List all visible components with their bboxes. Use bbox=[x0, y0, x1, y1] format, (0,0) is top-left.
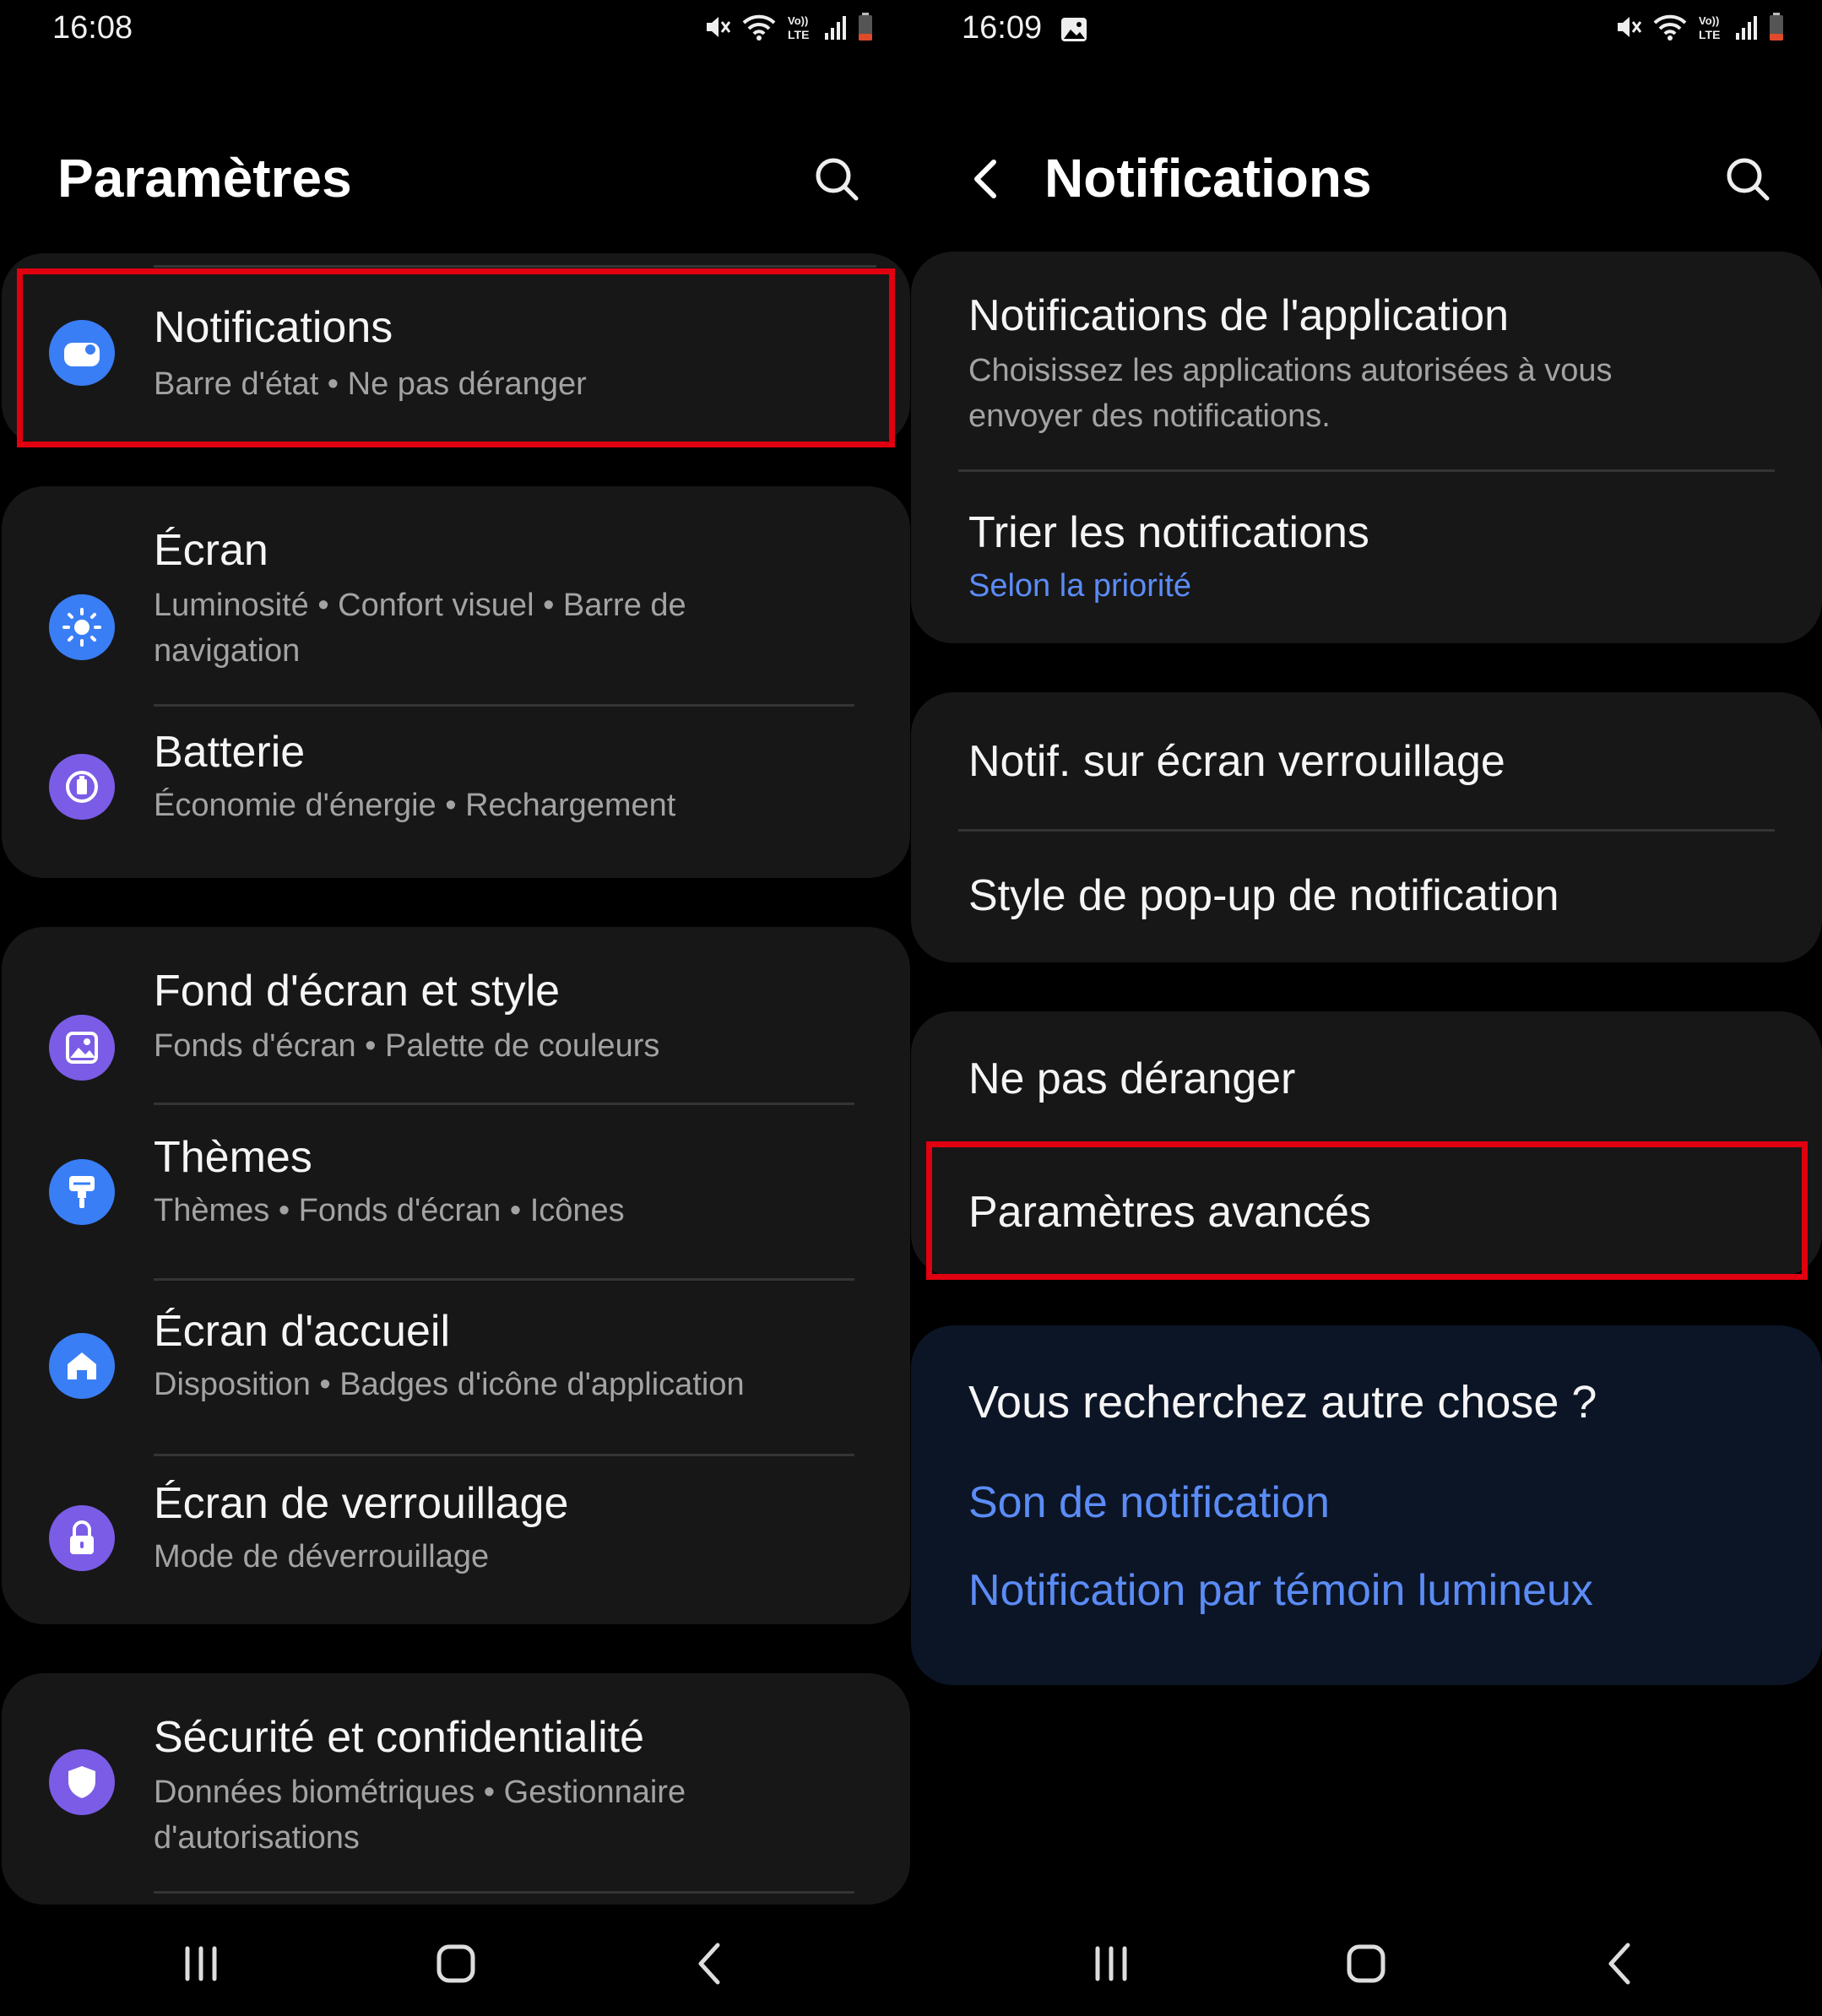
settings-screen: 16:08 Vo)) LTE Paramètres Notifications B… bbox=[0, 0, 911, 2016]
status-bar: 16:08 Vo)) LTE bbox=[0, 0, 911, 59]
item-subtitle: Économie d'énergie • Rechargement bbox=[154, 788, 676, 823]
suggestions-title: Vous recherchez autre chose ? bbox=[968, 1377, 1597, 1428]
settings-group-2: Écran Luminosité • Confort visuel • Barr… bbox=[2, 486, 910, 878]
mute-icon bbox=[707, 17, 731, 37]
page-title: Notifications bbox=[1044, 148, 1372, 209]
item-subtitle: Choisissez les applications autorisées à… bbox=[968, 353, 1613, 434]
item-title: Ne pas déranger bbox=[968, 1054, 1296, 1103]
volte-icon: Vo))LTE bbox=[1699, 14, 1720, 41]
wifi-icon bbox=[1653, 14, 1687, 41]
page-header: Notifications bbox=[911, 135, 1822, 219]
status-time: 16:08 bbox=[52, 10, 133, 46]
settings-item-display[interactable]: Écran Luminosité • Confort visuel • Barr… bbox=[2, 486, 910, 704]
notifications-screen: 16:09 Vo)) LTE Notifications Notification… bbox=[911, 0, 1822, 2016]
item-subtitle: Fonds d'écran • Palette de couleurs bbox=[154, 1028, 660, 1064]
item-title: Thèmes bbox=[154, 1133, 312, 1182]
svg-text:Vo)): Vo)) bbox=[1699, 14, 1719, 27]
recents-icon[interactable] bbox=[1086, 1938, 1136, 1989]
item-subtitle: Selon la priorité bbox=[968, 568, 1192, 604]
suggestions-card: Vous recherchez autre chose ? Son de not… bbox=[911, 1325, 1822, 1685]
settings-item-security[interactable]: Sécurité et confidentialité Données biom… bbox=[2, 1673, 910, 1893]
battery-icon bbox=[859, 13, 872, 41]
highlight-box bbox=[17, 268, 895, 447]
search-icon[interactable] bbox=[811, 154, 862, 204]
status-bar: 16:09 Vo)) LTE bbox=[911, 0, 1822, 59]
lock-screen-notif-item[interactable]: Notif. sur écran verrouillage bbox=[911, 692, 1822, 829]
gallery-icon bbox=[1061, 18, 1087, 41]
do-not-disturb-item[interactable]: Ne pas déranger bbox=[911, 1011, 1822, 1140]
mute-icon bbox=[1618, 17, 1642, 37]
sort-notifications-item[interactable]: Trier les notifications Selon la priorit… bbox=[911, 472, 1822, 643]
navigation-bar bbox=[911, 1915, 1822, 2016]
battery-icon bbox=[1770, 13, 1783, 41]
item-title: Notif. sur écran verrouillage bbox=[968, 737, 1505, 786]
themes-icon bbox=[49, 1159, 115, 1225]
item-subtitle: Données biométriques • Gestionnaire d'au… bbox=[154, 1775, 686, 1856]
settings-item-wallpaper[interactable]: Fond d'écran et style Fonds d'écran • Pa… bbox=[2, 927, 910, 1103]
search-icon[interactable] bbox=[1722, 154, 1773, 204]
settings-item-home-screen[interactable]: Écran d'accueil Disposition • Badges d'i… bbox=[2, 1281, 910, 1454]
svg-text:LTE: LTE bbox=[1699, 28, 1720, 41]
app-notifications-item[interactable]: Notifications de l'application Choisisse… bbox=[911, 252, 1822, 469]
wifi-icon bbox=[742, 14, 776, 41]
settings-item-battery[interactable]: Batterie Économie d'énergie • Rechargeme… bbox=[2, 707, 910, 878]
status-time: 16:09 bbox=[962, 10, 1043, 46]
home-icon[interactable] bbox=[1341, 1938, 1391, 1989]
home-icon[interactable] bbox=[431, 1938, 481, 1989]
shield-icon bbox=[49, 1749, 115, 1815]
lock-icon bbox=[49, 1505, 115, 1571]
brightness-icon bbox=[49, 594, 115, 660]
volte-icon: Vo))LTE bbox=[788, 14, 809, 41]
settings-item-lock-screen[interactable]: Écran de verrouillage Mode de déverrouil… bbox=[2, 1456, 910, 1624]
item-title: Sécurité et confidentialité bbox=[154, 1713, 645, 1762]
battery-setting-icon bbox=[49, 754, 115, 820]
svg-text:Vo)): Vo)) bbox=[788, 14, 808, 27]
settings-group-4: Sécurité et confidentialité Données biom… bbox=[2, 1673, 910, 1905]
item-subtitle: Luminosité • Confort visuel • Barre de n… bbox=[154, 588, 686, 669]
recents-icon[interactable] bbox=[176, 1938, 226, 1989]
item-subtitle: Mode de déverrouillage bbox=[154, 1539, 490, 1574]
notification-sound-link[interactable]: Son de notification bbox=[968, 1477, 1330, 1528]
highlight-box bbox=[926, 1141, 1808, 1280]
popup-style-item[interactable]: Style de pop-up de notification bbox=[911, 832, 1822, 962]
home-screen-icon bbox=[49, 1333, 115, 1399]
back-arrow-icon[interactable] bbox=[962, 154, 1012, 204]
navigation-bar bbox=[0, 1915, 911, 2016]
item-title: Notifications de l'application bbox=[968, 291, 1510, 340]
page-title: Paramètres bbox=[57, 148, 352, 209]
item-title: Écran de verrouillage bbox=[154, 1479, 569, 1528]
nav-back-icon[interactable] bbox=[1596, 1938, 1646, 1989]
notification-group-2: Notif. sur écran verrouillage Style de p… bbox=[911, 692, 1822, 962]
settings-item-themes[interactable]: Thèmes Thèmes • Fonds d'écran • Icônes bbox=[2, 1105, 910, 1278]
signal-icon bbox=[825, 16, 846, 40]
notification-group-1: Notifications de l'application Choisisse… bbox=[911, 252, 1822, 643]
item-subtitle: Disposition • Badges d'icône d'applicati… bbox=[154, 1367, 745, 1402]
item-title: Écran d'accueil bbox=[154, 1307, 450, 1356]
page-header: Paramètres bbox=[0, 135, 911, 219]
led-notification-link[interactable]: Notification par témoin lumineux bbox=[968, 1565, 1593, 1616]
item-subtitle: Thèmes • Fonds d'écran • Icônes bbox=[154, 1193, 625, 1228]
nav-back-icon[interactable] bbox=[686, 1938, 736, 1989]
item-title: Style de pop-up de notification bbox=[968, 871, 1559, 920]
item-title: Trier les notifications bbox=[968, 508, 1369, 557]
settings-group-3: Fond d'écran et style Fonds d'écran • Pa… bbox=[2, 927, 910, 1624]
item-title: Batterie bbox=[154, 728, 306, 777]
item-title: Fond d'écran et style bbox=[154, 967, 561, 1016]
item-title: Écran bbox=[154, 526, 268, 575]
wallpaper-icon bbox=[49, 1015, 115, 1081]
svg-text:LTE: LTE bbox=[788, 28, 809, 41]
signal-icon bbox=[1736, 16, 1757, 40]
